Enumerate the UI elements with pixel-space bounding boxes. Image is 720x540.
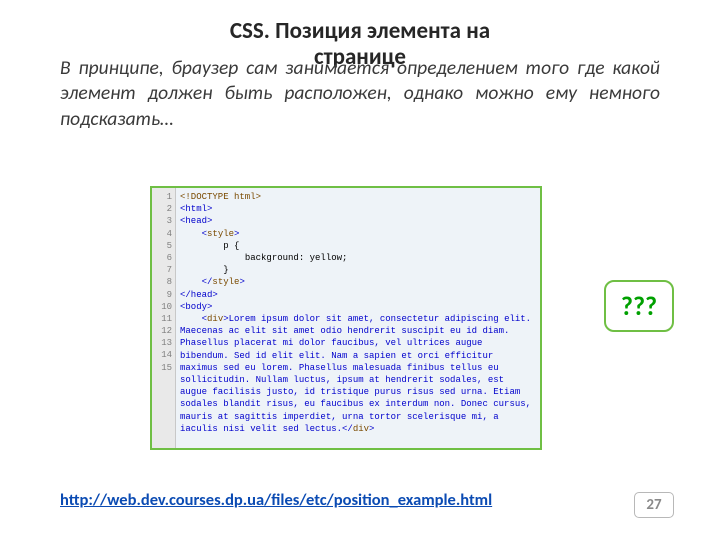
question-badge: ??? (604, 280, 674, 332)
title-line1: CSS. Позиция элемента на (230, 17, 490, 45)
page-number-badge: 27 (634, 492, 674, 518)
code-content: <!DOCTYPE html> <html> <head> <style> p … (176, 188, 540, 448)
line-number-gutter: 123456789101112131415 (152, 188, 176, 448)
example-link[interactable]: http://web.dev.courses.dp.ua/files/etc/p… (60, 490, 492, 510)
intro-paragraph: В принципе, браузер сам занимается опред… (60, 56, 660, 132)
code-screenshot: 123456789101112131415 <!DOCTYPE html> <h… (150, 186, 542, 450)
